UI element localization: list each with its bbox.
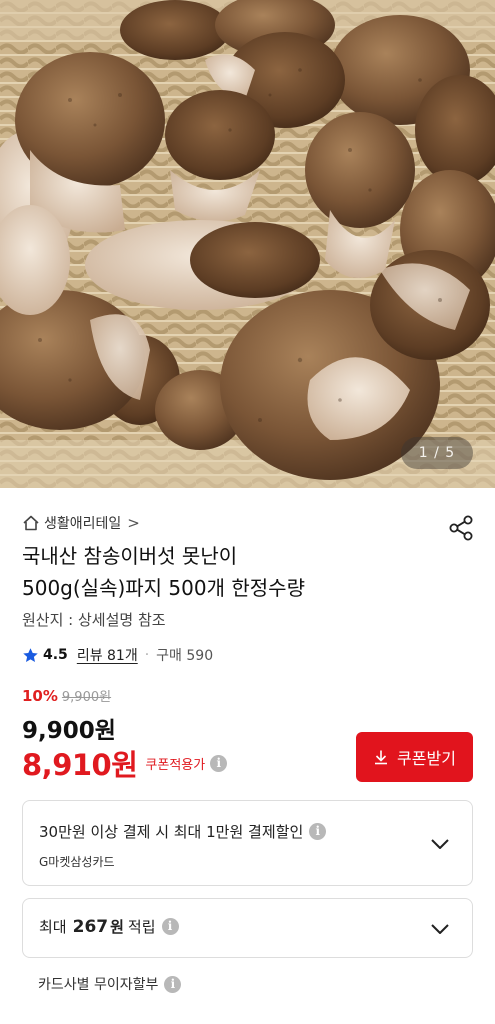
discount-row: 10% 9,900원 — [22, 686, 111, 705]
star-icon — [23, 647, 38, 662]
origin-text: 원산지 : 상세설명 참조 — [22, 611, 166, 629]
card-name: G마켓삼성카드 — [39, 855, 115, 869]
product-title: 국내산 참송이버섯 못난이 500g(실속)파지 500개 한정수량 — [22, 540, 442, 604]
info-icon[interactable]: i — [164, 975, 182, 993]
discount-percent: 10% — [22, 687, 58, 705]
get-coupon-button[interactable]: 쿠폰받기 — [356, 732, 473, 782]
sale-price: 9,900원 — [22, 718, 116, 744]
mushroom-photo — [0, 0, 495, 488]
download-icon — [375, 750, 388, 765]
product-title-line2: 500g(실속)파지 500개 한정수량 — [22, 576, 305, 600]
chevron-down-icon[interactable] — [430, 923, 450, 935]
product-title-line1: 국내산 참송이버섯 못난이 — [22, 544, 238, 568]
installment-text: 카드사별 무이자할부 — [38, 977, 159, 993]
separator: · — [144, 647, 150, 663]
rating-score: 4.5 — [43, 647, 68, 663]
product-image[interactable]: 1 / 5 — [0, 0, 495, 488]
image-counter: 1 / 5 — [401, 437, 473, 469]
coupon-price-row: 8,910원 쿠폰적용가 i — [22, 744, 228, 782]
points-panel[interactable]: 최대 267 원 적립 i — [22, 898, 473, 958]
card-discount-panel[interactable]: 30만원 이상 결제 시 최대 1만원 결제할인 i G마켓삼성카드 — [22, 800, 473, 886]
coupon-price-label: 쿠폰적용가 — [145, 757, 206, 773]
points-prefix: 최대 — [39, 918, 67, 936]
share-icon[interactable] — [447, 514, 475, 542]
card-discount-text: 30만원 이상 결제 시 최대 1만원 결제할인 — [39, 823, 304, 841]
review-link[interactable]: 리뷰 81개 — [77, 645, 138, 665]
info-icon[interactable]: i — [309, 823, 327, 840]
points-amount: 267 — [72, 916, 109, 937]
original-price: 9,900원 — [61, 690, 112, 705]
chevron-down-icon[interactable] — [430, 838, 450, 850]
store-link[interactable]: 생활애리테일 > — [22, 512, 140, 534]
info-icon[interactable]: i — [210, 754, 228, 772]
info-icon[interactable]: i — [161, 918, 179, 935]
points-unit: 원 — [110, 918, 124, 936]
home-icon — [23, 515, 39, 531]
card-discount-row: 30만원 이상 결제 시 최대 1만원 결제할인 i — [39, 821, 327, 842]
coupon-price: 8,910원 — [22, 748, 138, 782]
points-row: 최대 267 원 적립 i — [39, 916, 179, 937]
store-name: 생활애리테일 — [44, 516, 122, 532]
get-coupon-label: 쿠폰받기 — [397, 751, 456, 768]
points-suffix: 적립 — [127, 918, 156, 936]
chevron-right-icon: > — [127, 514, 140, 532]
installment-row: 카드사별 무이자할부 i — [38, 974, 182, 994]
purchase-count: 구매 590 — [156, 648, 214, 664]
rating-row: 4.5 리뷰 81개 · 구매 590 — [22, 643, 213, 667]
